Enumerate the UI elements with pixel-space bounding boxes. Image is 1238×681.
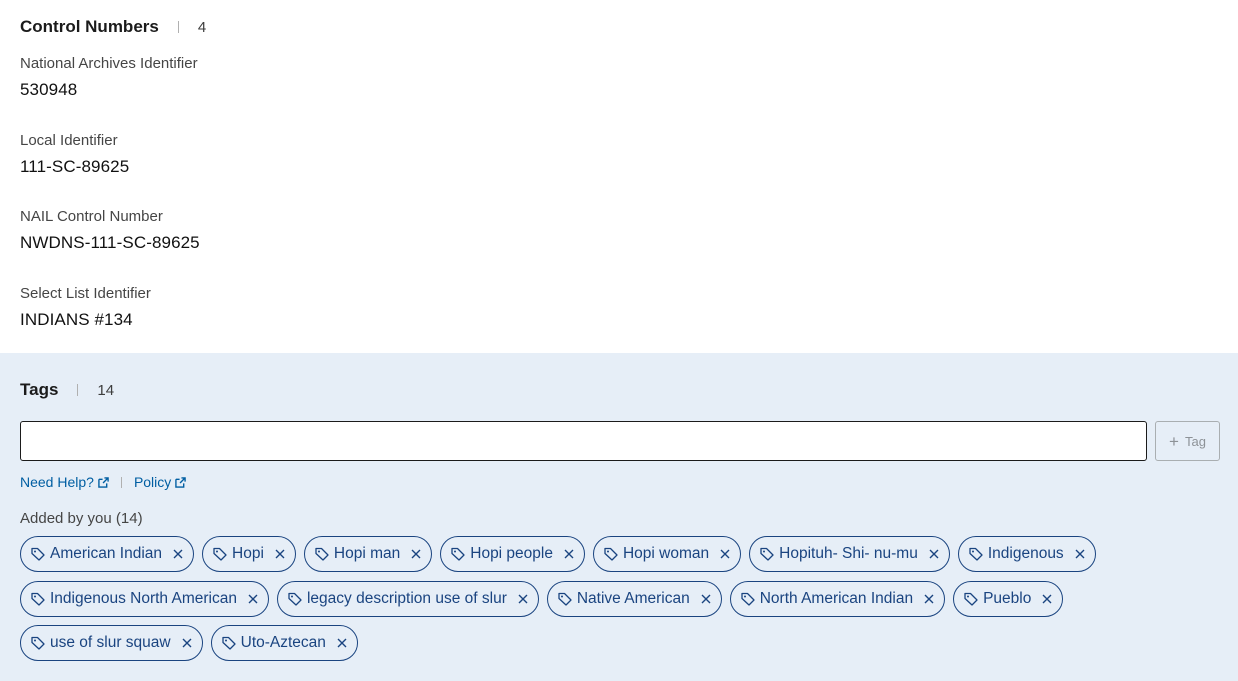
tag-chip[interactable]: Uto-Aztecan bbox=[210, 625, 358, 661]
field-value: NWDNS-111-SC-89625 bbox=[20, 233, 200, 252]
plus-icon: + bbox=[1169, 431, 1179, 451]
tag-icon bbox=[604, 547, 618, 561]
tag-label: Hopi bbox=[232, 545, 264, 562]
close-icon[interactable] bbox=[518, 594, 528, 604]
tag-label: Native American bbox=[576, 590, 690, 607]
close-icon[interactable] bbox=[701, 594, 711, 604]
external-link-icon bbox=[98, 476, 109, 488]
close-icon[interactable] bbox=[248, 594, 258, 604]
tag-chip[interactable]: Indigenous North American bbox=[20, 581, 269, 617]
tag-row: Indigenous North American legacy descript… bbox=[20, 581, 1064, 617]
tag-icon bbox=[451, 547, 465, 561]
close-icon[interactable] bbox=[1042, 594, 1052, 604]
tag-label: Indigenous North American bbox=[50, 590, 237, 607]
need-help-label: Need Help? bbox=[20, 474, 94, 490]
link-divider bbox=[120, 476, 122, 488]
control-numbers-count: 4 bbox=[197, 18, 207, 36]
add-tag-label: Tag bbox=[1184, 433, 1206, 449]
add-tag-button[interactable]: + Tag bbox=[1155, 421, 1220, 461]
tag-label: Indigenous bbox=[987, 545, 1064, 562]
tag-chip[interactable]: legacy description use of slur bbox=[276, 581, 539, 617]
need-help-link[interactable]: Need Help? bbox=[20, 474, 109, 490]
tag-input[interactable] bbox=[20, 421, 1147, 461]
header-divider bbox=[77, 384, 79, 396]
select-list-identifier-field: Select List Identifier INDIANS #134 bbox=[20, 285, 151, 330]
field-label: NAIL Control Number bbox=[20, 208, 163, 225]
tags-title: Tags bbox=[20, 380, 59, 399]
close-icon[interactable] bbox=[720, 549, 730, 559]
tag-icon bbox=[741, 592, 755, 606]
tag-chip[interactable]: Indigenous bbox=[957, 536, 1096, 572]
tags-header: Tags 14 bbox=[20, 380, 114, 400]
tag-chip[interactable]: Hopi bbox=[202, 536, 296, 572]
close-icon[interactable] bbox=[275, 549, 285, 559]
policy-link[interactable]: Policy bbox=[133, 474, 187, 490]
tag-row: American Indian Hopi Hopi man Hopi people Ho… bbox=[20, 536, 1096, 572]
tag-chip[interactable]: Pueblo bbox=[953, 581, 1064, 617]
tag-chip[interactable]: North American Indian bbox=[729, 581, 946, 617]
field-label: Local Identifier bbox=[20, 132, 118, 149]
help-links: Need Help? Policy bbox=[20, 474, 187, 490]
tag-chip[interactable]: use of slur squaw bbox=[20, 625, 203, 661]
tag-icon bbox=[31, 592, 45, 606]
tag-icon bbox=[969, 547, 983, 561]
tag-icon bbox=[221, 636, 236, 650]
tag-icon bbox=[288, 592, 302, 606]
control-numbers-section: Control Numbers 4 National Archives Iden… bbox=[0, 0, 1238, 353]
tag-label: Pueblo bbox=[983, 590, 1032, 607]
tag-icon bbox=[213, 547, 227, 561]
added-by-you-label: Added by you (14) bbox=[20, 510, 143, 527]
control-numbers-title: Control Numbers bbox=[20, 17, 159, 36]
tag-icon bbox=[964, 592, 978, 606]
tag-label: Hopi woman bbox=[622, 545, 710, 562]
tag-chip[interactable]: Native American bbox=[546, 581, 722, 617]
tags-section: Tags 14 + Tag Need Help? Policy Added by… bbox=[0, 353, 1238, 681]
tag-chip[interactable]: American Indian bbox=[20, 536, 195, 572]
close-icon[interactable] bbox=[564, 549, 574, 559]
tag-label: Hopi people bbox=[470, 545, 553, 562]
tag-label: use of slur squaw bbox=[50, 634, 171, 651]
control-numbers-header: Control Numbers 4 bbox=[20, 17, 206, 37]
tag-icon bbox=[558, 592, 572, 606]
tag-chip[interactable]: Hopi woman bbox=[592, 536, 742, 572]
tags-count: 14 bbox=[97, 381, 115, 399]
close-icon[interactable] bbox=[1075, 549, 1085, 559]
tag-icon bbox=[760, 547, 774, 561]
field-value: INDIANS #134 bbox=[20, 310, 133, 329]
close-icon[interactable] bbox=[411, 549, 421, 559]
tag-label: Hopituh- Shi- nu-mu bbox=[779, 545, 918, 562]
close-icon[interactable] bbox=[924, 594, 934, 604]
close-icon[interactable] bbox=[337, 638, 347, 648]
tag-icon bbox=[31, 547, 45, 561]
tag-chip[interactable]: Hopituh- Shi- nu-mu bbox=[749, 536, 950, 572]
header-divider bbox=[177, 21, 179, 33]
tag-row: use of slur squaw Uto-Aztecan bbox=[20, 625, 358, 661]
tag-label: Uto-Aztecan bbox=[240, 634, 326, 651]
tag-label: legacy description use of slur bbox=[306, 590, 507, 607]
tag-icon bbox=[315, 547, 329, 561]
nail-control-number-field: NAIL Control Number NWDNS-111-SC-89625 bbox=[20, 208, 200, 253]
tag-chip[interactable]: Hopi people bbox=[440, 536, 585, 572]
field-label: Select List Identifier bbox=[20, 285, 151, 302]
close-icon[interactable] bbox=[929, 549, 939, 559]
external-link-icon bbox=[175, 476, 187, 488]
field-value: 111-SC-89625 bbox=[20, 157, 130, 176]
field-label: National Archives Identifier bbox=[20, 55, 198, 72]
national-archives-identifier-field: National Archives Identifier 530948 bbox=[20, 55, 198, 100]
policy-label: Policy bbox=[133, 474, 172, 490]
tag-label: North American Indian bbox=[759, 590, 914, 607]
tag-label: Hopi man bbox=[333, 545, 401, 562]
tag-label: American Indian bbox=[50, 545, 163, 562]
tag-chip[interactable]: Hopi man bbox=[303, 536, 433, 572]
close-icon[interactable] bbox=[182, 638, 192, 648]
local-identifier-field: Local Identifier 111-SC-89625 bbox=[20, 132, 129, 177]
close-icon[interactable] bbox=[173, 549, 183, 559]
field-value: 530948 bbox=[20, 80, 78, 99]
tag-icon bbox=[31, 636, 45, 650]
